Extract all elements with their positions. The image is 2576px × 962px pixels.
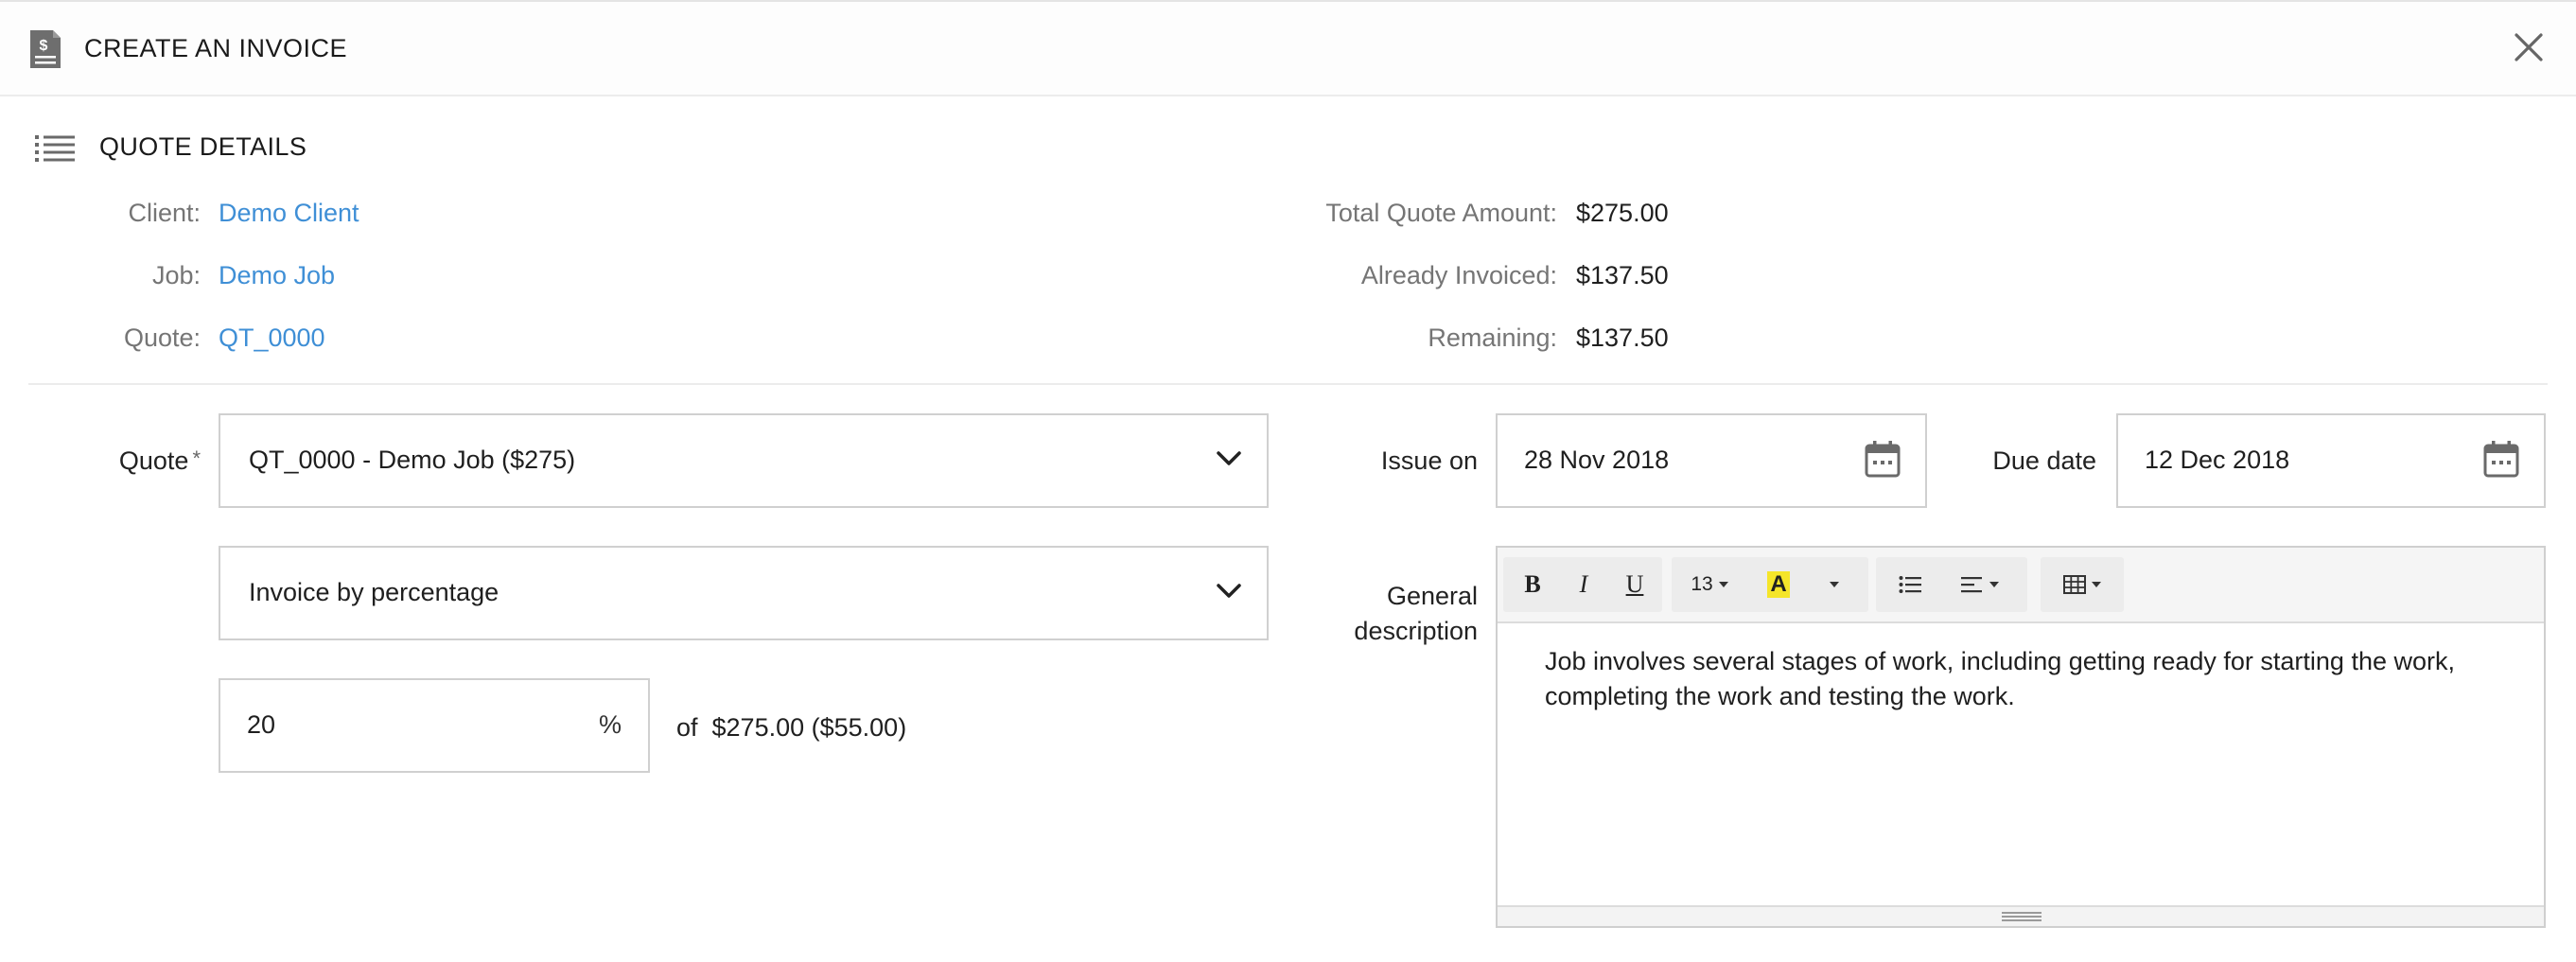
remaining-label: Remaining: xyxy=(1428,324,1557,352)
editor-statusbar xyxy=(1498,905,2544,926)
resize-handle-icon[interactable] xyxy=(2002,910,2042,923)
invoice-type-select[interactable]: Invoice by percentage xyxy=(219,546,1269,640)
due-date-field[interactable]: 12 Dec 2018 xyxy=(2116,413,2546,508)
create-invoice-modal: $ CREATE AN INVOICE QUOTE DETAILS Client… xyxy=(0,0,2576,962)
remaining-value: $137.50 xyxy=(1576,324,1669,352)
italic-button[interactable]: I xyxy=(1560,557,1607,612)
section-divider xyxy=(28,383,2548,385)
highlight-icon: A xyxy=(1767,571,1790,598)
caret-down-icon xyxy=(1718,582,1728,587)
total-quote-amount-value: $275.00 xyxy=(1576,199,1669,227)
list-icon xyxy=(35,135,75,162)
chevron-down-icon xyxy=(1217,584,1241,598)
bold-button[interactable]: B xyxy=(1509,557,1556,612)
issue-on-value: 28 Nov 2018 xyxy=(1524,446,1670,474)
percentage-value: 20 xyxy=(247,710,276,739)
required-mark: * xyxy=(192,446,201,470)
already-invoiced-label: Already Invoiced: xyxy=(1360,261,1557,289)
caret-down-icon xyxy=(1989,582,1999,587)
calendar-icon[interactable] xyxy=(2483,440,2519,478)
chevron-down-icon xyxy=(1217,451,1241,465)
percent-sign: % xyxy=(598,710,622,739)
calendar-icon[interactable] xyxy=(1865,440,1901,478)
bullet-list-icon xyxy=(1899,576,1921,593)
invoice-type-value: Invoice by percentage xyxy=(249,578,499,606)
general-description-label-line1: General xyxy=(1386,582,1478,610)
editor-content[interactable]: Job involves several stages of work, inc… xyxy=(1545,644,2529,714)
issue-on-label: Issue on xyxy=(1380,446,1478,475)
align-left-icon xyxy=(1961,577,1982,593)
client-link[interactable]: Demo Client xyxy=(219,199,359,228)
font-size-dropdown[interactable]: 13 xyxy=(1679,557,1740,612)
table-icon xyxy=(2063,575,2086,594)
percentage-amount-text: of $275.00 ($55.00) xyxy=(676,713,907,742)
section-title-quote-details: QUOTE DETAILS xyxy=(99,132,307,161)
editor-toolbar: B I U 13 A xyxy=(1498,548,2544,623)
due-date-value: 12 Dec 2018 xyxy=(2145,446,2290,474)
close-icon[interactable] xyxy=(2512,30,2546,64)
job-label: Job: xyxy=(151,261,201,289)
client-label: Client: xyxy=(128,199,201,227)
table-dropdown[interactable] xyxy=(2044,557,2120,612)
rich-text-editor: B I U 13 A Job involves several stages o… xyxy=(1496,546,2546,928)
quote-select[interactable]: QT_0000 - Demo Job ($275) xyxy=(219,413,1269,508)
quote-link[interactable]: QT_0000 xyxy=(219,324,325,353)
issue-on-date-field[interactable]: 28 Nov 2018 xyxy=(1496,413,1927,508)
font-size-value: 13 xyxy=(1691,573,1713,595)
svg-text:$: $ xyxy=(40,38,48,54)
already-invoiced-value: $137.50 xyxy=(1576,261,1669,289)
percentage-input[interactable]: 20 % xyxy=(219,678,650,773)
invoice-document-icon: $ xyxy=(30,30,61,68)
modal-header: $ CREATE AN INVOICE xyxy=(0,0,2576,96)
general-description-label: General description xyxy=(1287,579,1478,649)
quote-select-label: Quote * xyxy=(57,446,201,476)
highlight-color-dropdown[interactable] xyxy=(1806,557,1863,612)
quote-select-value: QT_0000 - Demo Job ($275) xyxy=(249,446,576,474)
underline-button[interactable]: U xyxy=(1611,557,1658,612)
quote-select-label-text: Quote xyxy=(118,446,189,475)
job-link[interactable]: Demo Job xyxy=(219,261,335,290)
bullet-list-button[interactable] xyxy=(1882,557,1938,612)
modal-title: CREATE AN INVOICE xyxy=(84,34,348,62)
general-description-label-line2: description xyxy=(1354,617,1478,645)
highlight-color-button[interactable]: A xyxy=(1755,557,1802,612)
quote-label: Quote: xyxy=(123,324,201,352)
paragraph-align-dropdown[interactable] xyxy=(1942,557,2018,612)
caret-down-icon xyxy=(2092,582,2101,587)
total-quote-amount-label: Total Quote Amount: xyxy=(1325,199,1557,227)
caret-down-icon xyxy=(1830,582,1839,587)
due-date-label: Due date xyxy=(1992,446,2096,475)
